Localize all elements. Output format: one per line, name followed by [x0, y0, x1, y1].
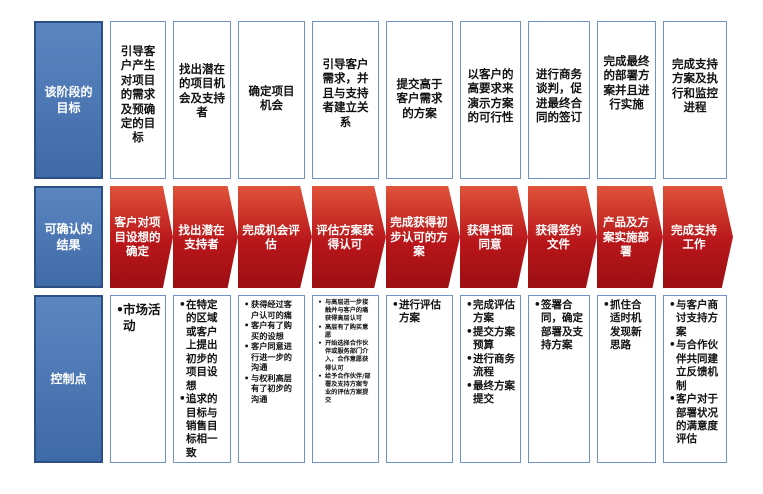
stage-4-goal: 引导客户需求，并且与支持者建立关系 — [312, 21, 379, 179]
control-item: 获得经过客户认可的痛 — [244, 299, 300, 320]
stage-3-goal: 确定项目机会 — [238, 21, 305, 179]
control-item: 抓住合适时机发现新思路 — [603, 299, 651, 353]
stage-6-result-arrow: 获得书面同意 — [460, 186, 528, 288]
control-item: 客户同意进行进一步的沟通 — [244, 341, 300, 373]
stage-1-result-arrow: 客户对项目设想的确定 — [110, 186, 173, 288]
control-item: 客户对于部署状况的满意度评估 — [669, 393, 722, 447]
control-item: 最终方案提交 — [466, 380, 516, 407]
row-header-goal: 该阶段的目标 — [34, 21, 103, 179]
stage-7-controls: 签署合同，确定部署及支持方案 — [528, 295, 590, 463]
stage-8-controls: 抓住合适时机发现新思路 — [597, 295, 656, 463]
control-item: 完成评估方案 — [466, 299, 516, 326]
control-item: 与合作伙伴共同建立反馈机制 — [669, 339, 722, 393]
stage-6-controls: 完成评估方案 提交方案预算 进行商务流程 最终方案提交 — [460, 295, 521, 463]
stage-5-controls: 进行评估方案 — [386, 295, 453, 463]
stage-1-controls: 市场活动 — [110, 295, 166, 463]
stage-5-goal: 提交高于客户需求的方案 — [386, 21, 453, 179]
stage-2-controls: 在特定的区域或客户上提出初步的项目设想 追求的目标与销售目标相一致 — [173, 295, 231, 463]
stage-8-result-arrow: 产品及方案实施部署 — [597, 186, 663, 288]
control-item: 在特定的区域或客户上提出初步的项目设想 — [179, 299, 226, 393]
stage-9-controls: 与客户商讨支持方案 与合作伙伴共同建立反馈机制 客户对于部署状况的满意度评估 — [663, 295, 727, 463]
stage-9-goal: 完成支持方案及执行和监控进程 — [663, 21, 727, 179]
stage-7-result-arrow: 获得签约文件 — [528, 186, 597, 288]
control-item: 提交方案预算 — [466, 326, 516, 353]
control-item: 与高层进一步接触并与客户的痛获得高层认可 — [318, 299, 374, 324]
control-item: 客户有了购买的设想 — [244, 320, 300, 341]
control-item: 与客户商讨支持方案 — [669, 299, 722, 339]
control-item: 追求的目标与销售目标相一致 — [179, 393, 226, 460]
stage-6-goal: 以客户的高要求来演示方案的可行性 — [460, 21, 521, 179]
stage-7-goal: 进行商务谈判，促进最终合同的签订 — [528, 21, 590, 179]
stage-4-result-arrow: 评估方案获得认可 — [312, 186, 386, 288]
stage-1-goal: 引导客户产生对项目的需求及预确定的目标 — [110, 21, 166, 179]
stage-2-goal: 找出潜在的项目机会及支持者 — [173, 21, 231, 179]
stage-3-controls: 获得经过客户认可的痛 客户有了购买的设想 客户同意进行进一步的沟通 与权利高层有… — [238, 295, 305, 463]
control-item: 与权利高层有了初步的沟通 — [244, 373, 300, 405]
row-header-control: 控制点 — [34, 295, 103, 463]
control-item: 给予合作伙伴/部署及支持方案专业的评估方案提交 — [318, 373, 374, 406]
control-item: 高层有了购买意愿 — [318, 324, 374, 340]
stage-5-result-arrow: 完成获得初步认可的方案 — [386, 186, 460, 288]
stage-8-goal: 完成最终的部署方案并且进行实施 — [597, 21, 656, 179]
stage-3-result-arrow: 完成机会评估 — [238, 186, 312, 288]
stage-2-result-arrow: 找出潜在支持者 — [173, 186, 238, 288]
control-item: 市场活动 — [116, 302, 161, 335]
stage-4-controls: 与高层进一步接触并与客户的痛获得高层认可 高层有了购买意愿 开始选择合作伙伴或服… — [312, 295, 379, 463]
control-item: 签署合同，确定部署及支持方案 — [534, 299, 585, 353]
control-item: 进行商务流程 — [466, 353, 516, 380]
row-header-result: 可确认的结果 — [34, 186, 103, 288]
stage-9-result-arrow: 完成支持工作 — [663, 186, 733, 288]
control-item: 开始选择合作伙伴或服务部门介入，合作意愿获得认可 — [318, 340, 374, 373]
control-item: 进行评估方案 — [392, 299, 448, 326]
